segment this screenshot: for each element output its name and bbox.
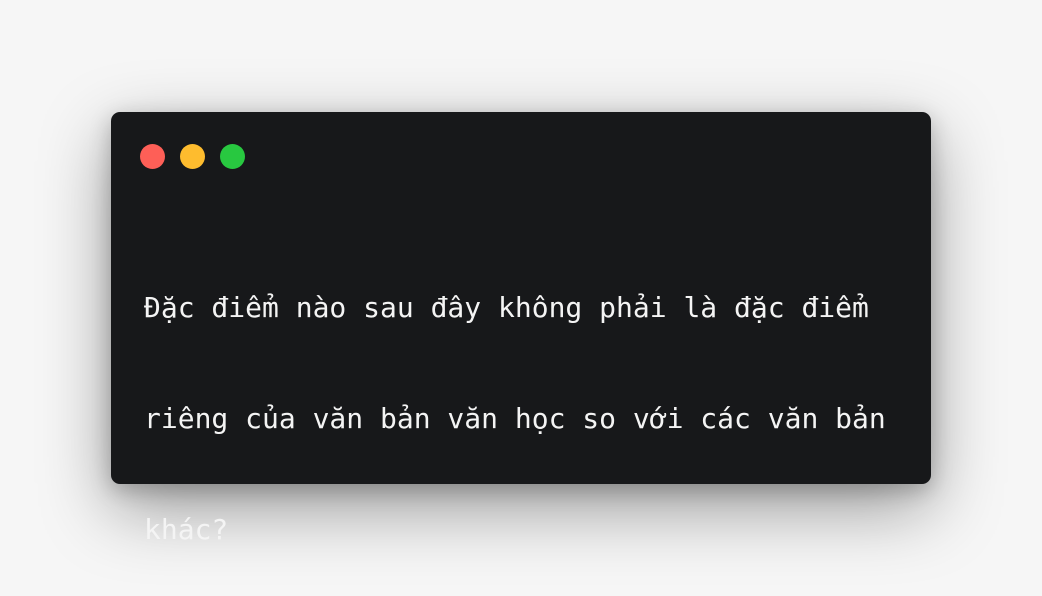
window-controls [140, 144, 245, 169]
page-background: Đặc điểm nào sau đây không phải là đặc đ… [0, 0, 1042, 596]
code-text: Đặc điểm nào sau đây không phải là đặc đ… [144, 215, 904, 596]
code-window: Đặc điểm nào sau đây không phải là đặc đ… [111, 112, 931, 546]
code-line: Đặc điểm nào sau đây không phải là đặc đ… [144, 291, 869, 324]
minimize-dot-icon[interactable] [180, 144, 205, 169]
code-line: khác? [144, 513, 229, 546]
close-dot-icon[interactable] [140, 144, 165, 169]
maximize-dot-icon[interactable] [220, 144, 245, 169]
code-line: riêng của văn bản văn học so với các văn… [144, 402, 886, 435]
